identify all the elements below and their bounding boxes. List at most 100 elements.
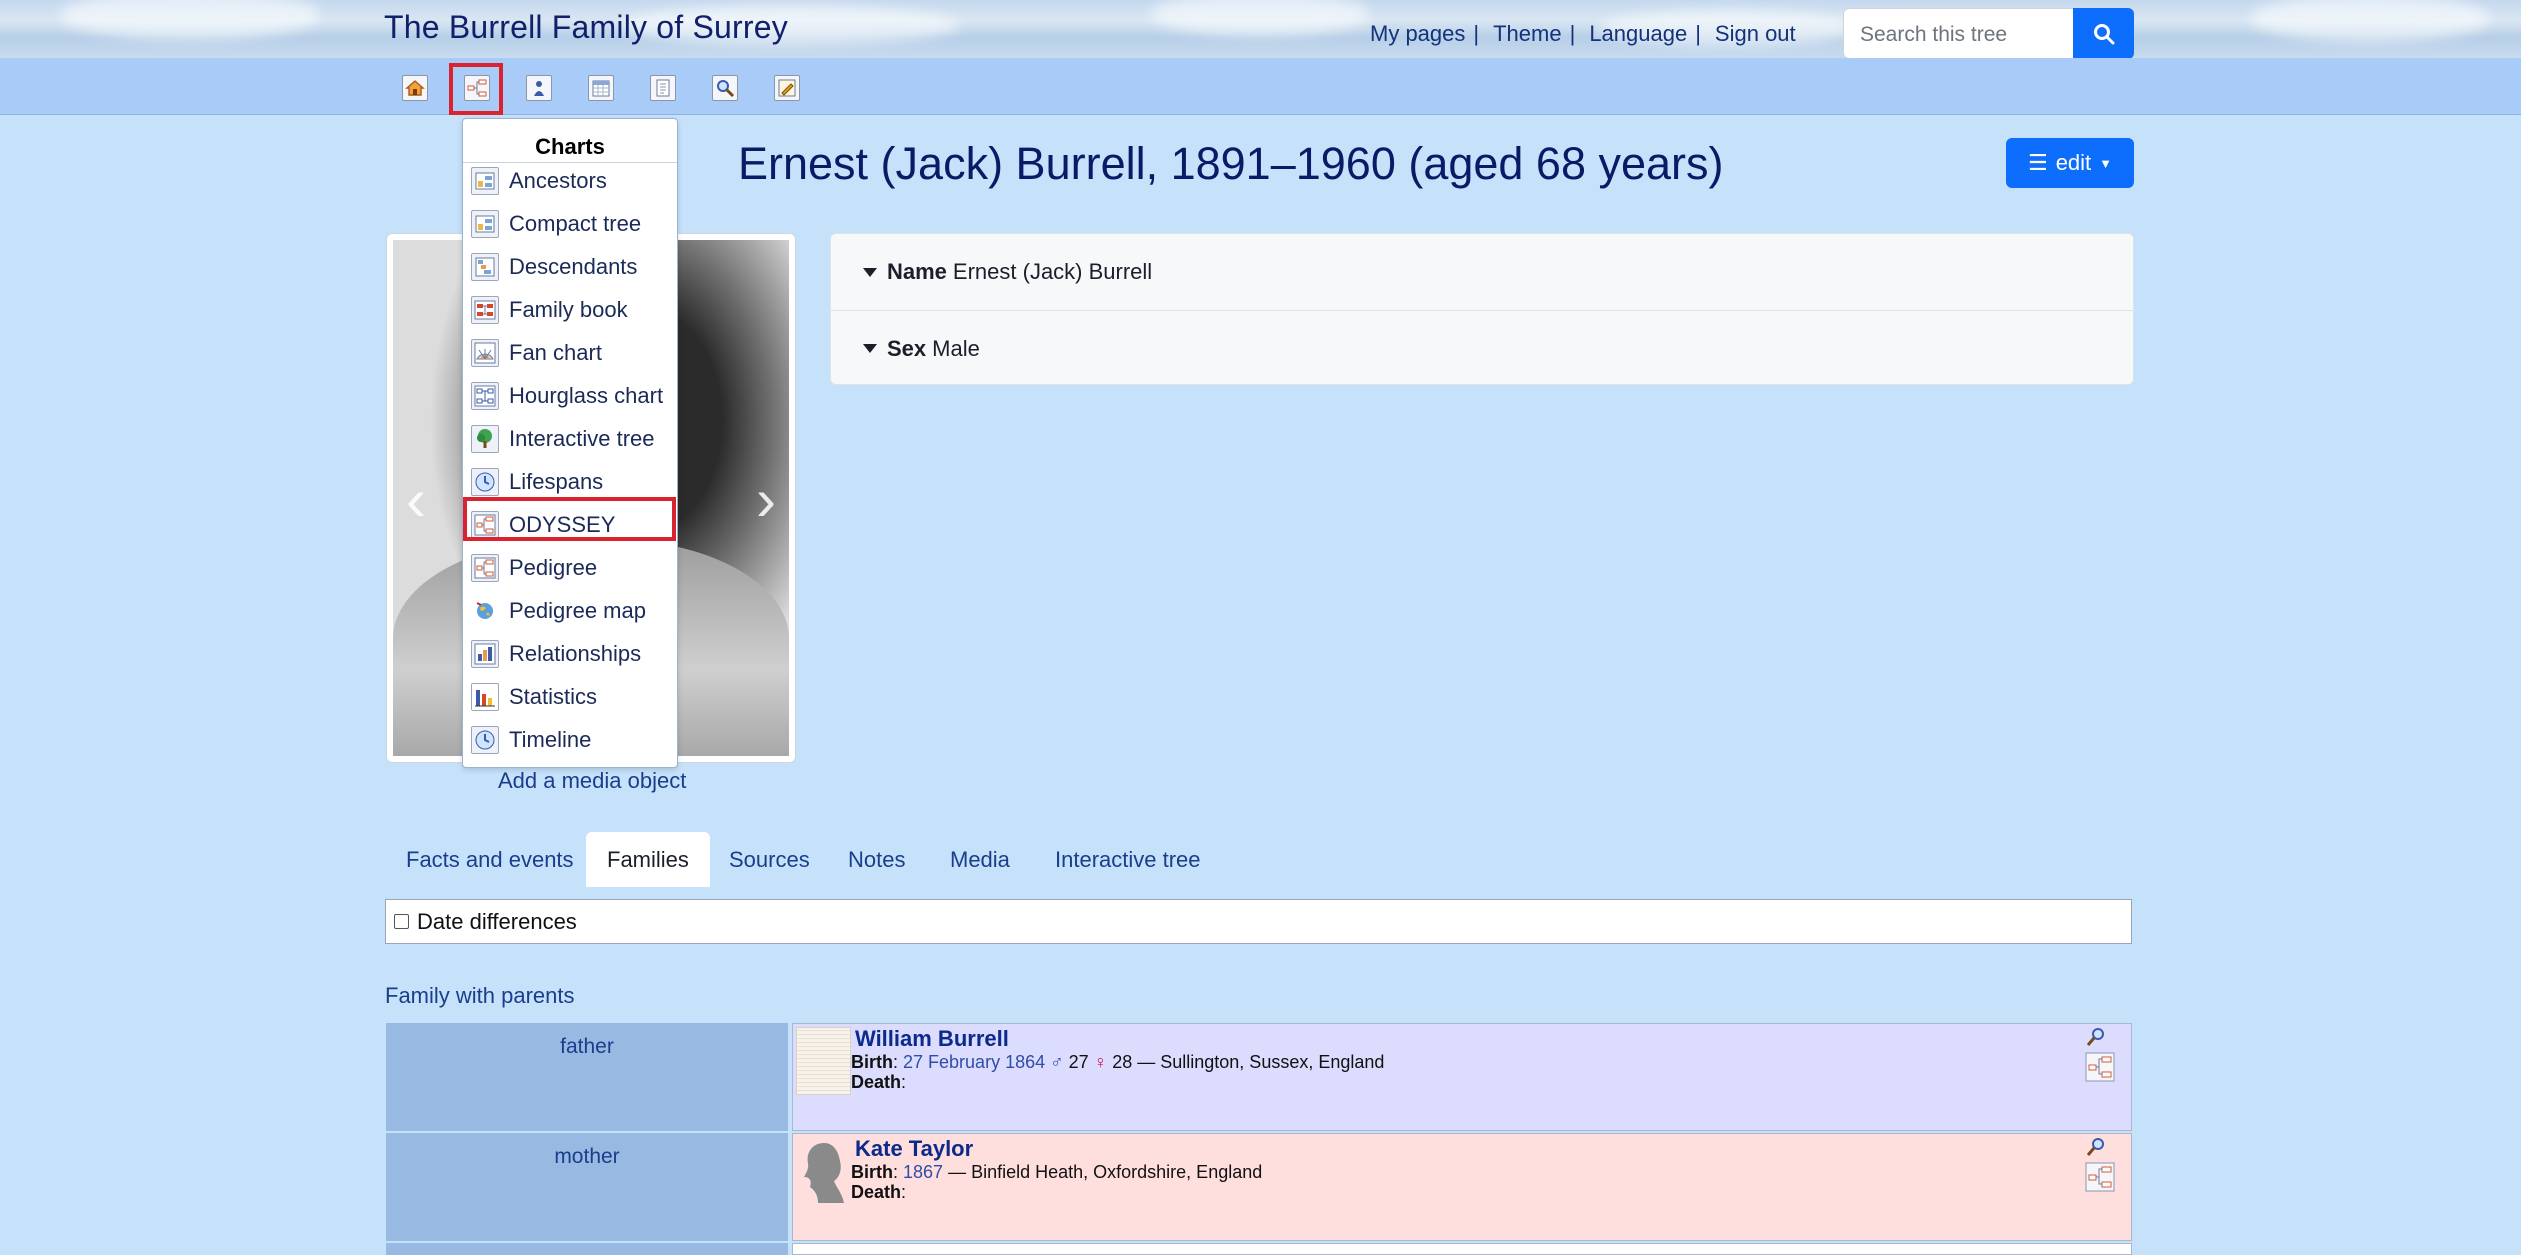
mother-birth-date[interactable]: 1867 — [903, 1162, 943, 1182]
menu-item-label: Ancestors — [509, 167, 607, 193]
charts-menu-highlight — [449, 63, 503, 115]
menu-item-fan-chart[interactable]: Fan chart — [467, 332, 675, 373]
theme-link[interactable]: Theme — [1493, 21, 1561, 47]
father-thumbnail[interactable] — [796, 1027, 851, 1095]
family-member-row: Kate Taylor Birth: 1867 — Binfield Heath… — [792, 1133, 2132, 1241]
page-title: Ernest (Jack) Burrell, 1891–1960 (aged 6… — [738, 138, 1724, 189]
father-birth-place: — Sullington, Sussex, England — [1137, 1052, 1385, 1072]
father-death-line: Death: — [851, 1072, 907, 1092]
tab-notes[interactable]: Notes — [827, 832, 926, 887]
father-birth-date[interactable]: 27 February 1864 — [903, 1052, 1045, 1072]
family-heading[interactable]: Family with parents — [385, 983, 575, 1009]
link-separator: | — [1695, 21, 1701, 46]
zoom-icon[interactable] — [2085, 1136, 2115, 1158]
menu-item-label: Relationships — [509, 640, 642, 666]
menu-item-label: Pedigree — [509, 554, 598, 580]
tab-families[interactable]: Families — [586, 832, 710, 887]
menu-item-pedigree[interactable]: Pedigree — [467, 547, 675, 588]
lists-menu-icon[interactable] — [524, 73, 554, 103]
date-differences-label: Date differences — [417, 908, 577, 934]
menu-item-pedigree-map[interactable]: Pedigree map — [467, 590, 675, 631]
search-menu-icon[interactable] — [710, 73, 740, 103]
menu-item-label: Interactive tree — [509, 425, 655, 451]
edit-button[interactable]: ☰ edit ▼ — [2006, 138, 2134, 188]
death-label: Death — [851, 1072, 902, 1092]
language-link[interactable]: Language — [1589, 21, 1687, 47]
link-separator: | — [1473, 21, 1480, 46]
menu-item-ancestors[interactable]: Ancestors — [467, 160, 675, 201]
name-fact-row[interactable]: Name Ernest (Jack) Burrell — [831, 234, 2133, 310]
date-differences-option: Date differences — [385, 899, 2132, 944]
sign-out-link[interactable]: Sign out — [1715, 21, 1796, 47]
site-header: The Burrell Family of Surrey My pages | T… — [0, 0, 2521, 58]
compact-tree-icon — [471, 209, 499, 238]
search-input[interactable]: Search this tree — [1843, 8, 2073, 58]
carousel-prev-icon[interactable]: ‹ — [396, 470, 436, 530]
tab-interactive-tree[interactable]: Interactive tree — [1034, 832, 1222, 887]
menu-item-statistics[interactable]: Statistics — [467, 676, 675, 717]
father-birth-line: Birth: 27 February 1864 ♂ 27 ♀ 28 — Sull… — [851, 1052, 1385, 1072]
birth-label: Birth — [851, 1052, 893, 1072]
calendar-menu-icon[interactable] — [586, 73, 616, 103]
charts-dropdown-menu: Charts Ancestors Compact tree Descendant… — [462, 118, 678, 768]
search-icon — [2093, 23, 2114, 44]
statistics-icon — [471, 682, 499, 711]
tree-chart-icon[interactable] — [2085, 1052, 2115, 1082]
menu-item-compact-tree[interactable]: Compact tree — [467, 203, 675, 244]
timeline-icon — [471, 725, 499, 754]
globe-icon — [471, 596, 499, 625]
father-name[interactable]: William Burrell — [855, 1026, 1009, 1052]
lifespans-icon — [471, 467, 499, 496]
carousel-next-icon[interactable]: › — [746, 470, 786, 530]
zoom-icon[interactable] — [2085, 1026, 2115, 1048]
tree-chart-icon[interactable] — [2085, 1162, 2115, 1192]
role-cell-father: father — [386, 1023, 788, 1131]
my-pages-link[interactable]: My pages — [1370, 21, 1465, 47]
role-cell-next — [386, 1243, 788, 1255]
menu-item-label: Timeline — [509, 726, 592, 752]
menu-item-interactive-tree[interactable]: Interactive tree — [467, 418, 675, 459]
mother-birth-place: — Binfield Heath, Oxfordshire, England — [948, 1162, 1263, 1182]
date-differences-checkbox[interactable] — [394, 914, 409, 929]
female-symbol-icon: ♀ — [1093, 1052, 1108, 1072]
relationships-icon — [471, 639, 499, 668]
mother-death-line: Death: — [851, 1182, 907, 1202]
menu-item-timeline[interactable]: Timeline — [467, 719, 675, 760]
tab-facts-and-events[interactable]: Facts and events — [385, 832, 595, 887]
add-media-link[interactable]: Add a media object — [498, 768, 686, 794]
ancestors-chart-icon — [471, 166, 499, 195]
menu-item-relationships[interactable]: Relationships — [467, 633, 675, 674]
caret-down-icon[interactable] — [863, 267, 877, 277]
descendants-chart-icon — [471, 252, 499, 281]
menu-item-descendants[interactable]: Descendants — [467, 246, 675, 287]
tab-media[interactable]: Media — [929, 832, 1031, 887]
name-fact-value: Ernest (Jack) Burrell — [952, 259, 1153, 284]
menu-item-label: Fan chart — [509, 339, 602, 365]
link-separator: | — [1569, 21, 1576, 46]
mother-age-at-birth: 28 — [1112, 1052, 1133, 1072]
menu-item-lifespans[interactable]: Lifespans — [467, 461, 675, 502]
menu-item-label: Pedigree map — [509, 597, 646, 623]
search-button[interactable] — [2073, 8, 2134, 58]
sex-fact-row[interactable]: Sex Male — [831, 310, 2133, 386]
menu-item-label: Compact tree — [509, 210, 642, 236]
female-silhouette-icon[interactable] — [796, 1137, 851, 1205]
user-links: My pages | Theme | Language | Sign out — [1370, 21, 1796, 47]
fan-chart-icon — [471, 338, 499, 367]
reports-menu-icon[interactable] — [648, 73, 678, 103]
home-menu-icon[interactable] — [400, 73, 430, 103]
father-age-at-birth: 27 — [1068, 1052, 1089, 1072]
sex-fact-label: Sex — [887, 335, 927, 361]
primary-menu-bar — [0, 58, 2521, 115]
tab-sources[interactable]: Sources — [708, 832, 831, 887]
caret-down-icon[interactable] — [863, 344, 877, 353]
menu-item-label: Descendants — [509, 253, 638, 279]
site-title[interactable]: The Burrell Family of Surrey — [384, 9, 788, 46]
menu-item-family-book[interactable]: Family book — [467, 289, 675, 330]
mother-name[interactable]: Kate Taylor — [855, 1136, 973, 1162]
menu-item-label: Hourglass chart — [509, 382, 664, 408]
name-fact-label: Name — [887, 259, 947, 284]
menu-item-hourglass-chart[interactable]: Hourglass chart — [467, 375, 675, 416]
charts-menu-header: Charts — [535, 134, 605, 159]
edit-menu-icon[interactable] — [772, 73, 802, 103]
